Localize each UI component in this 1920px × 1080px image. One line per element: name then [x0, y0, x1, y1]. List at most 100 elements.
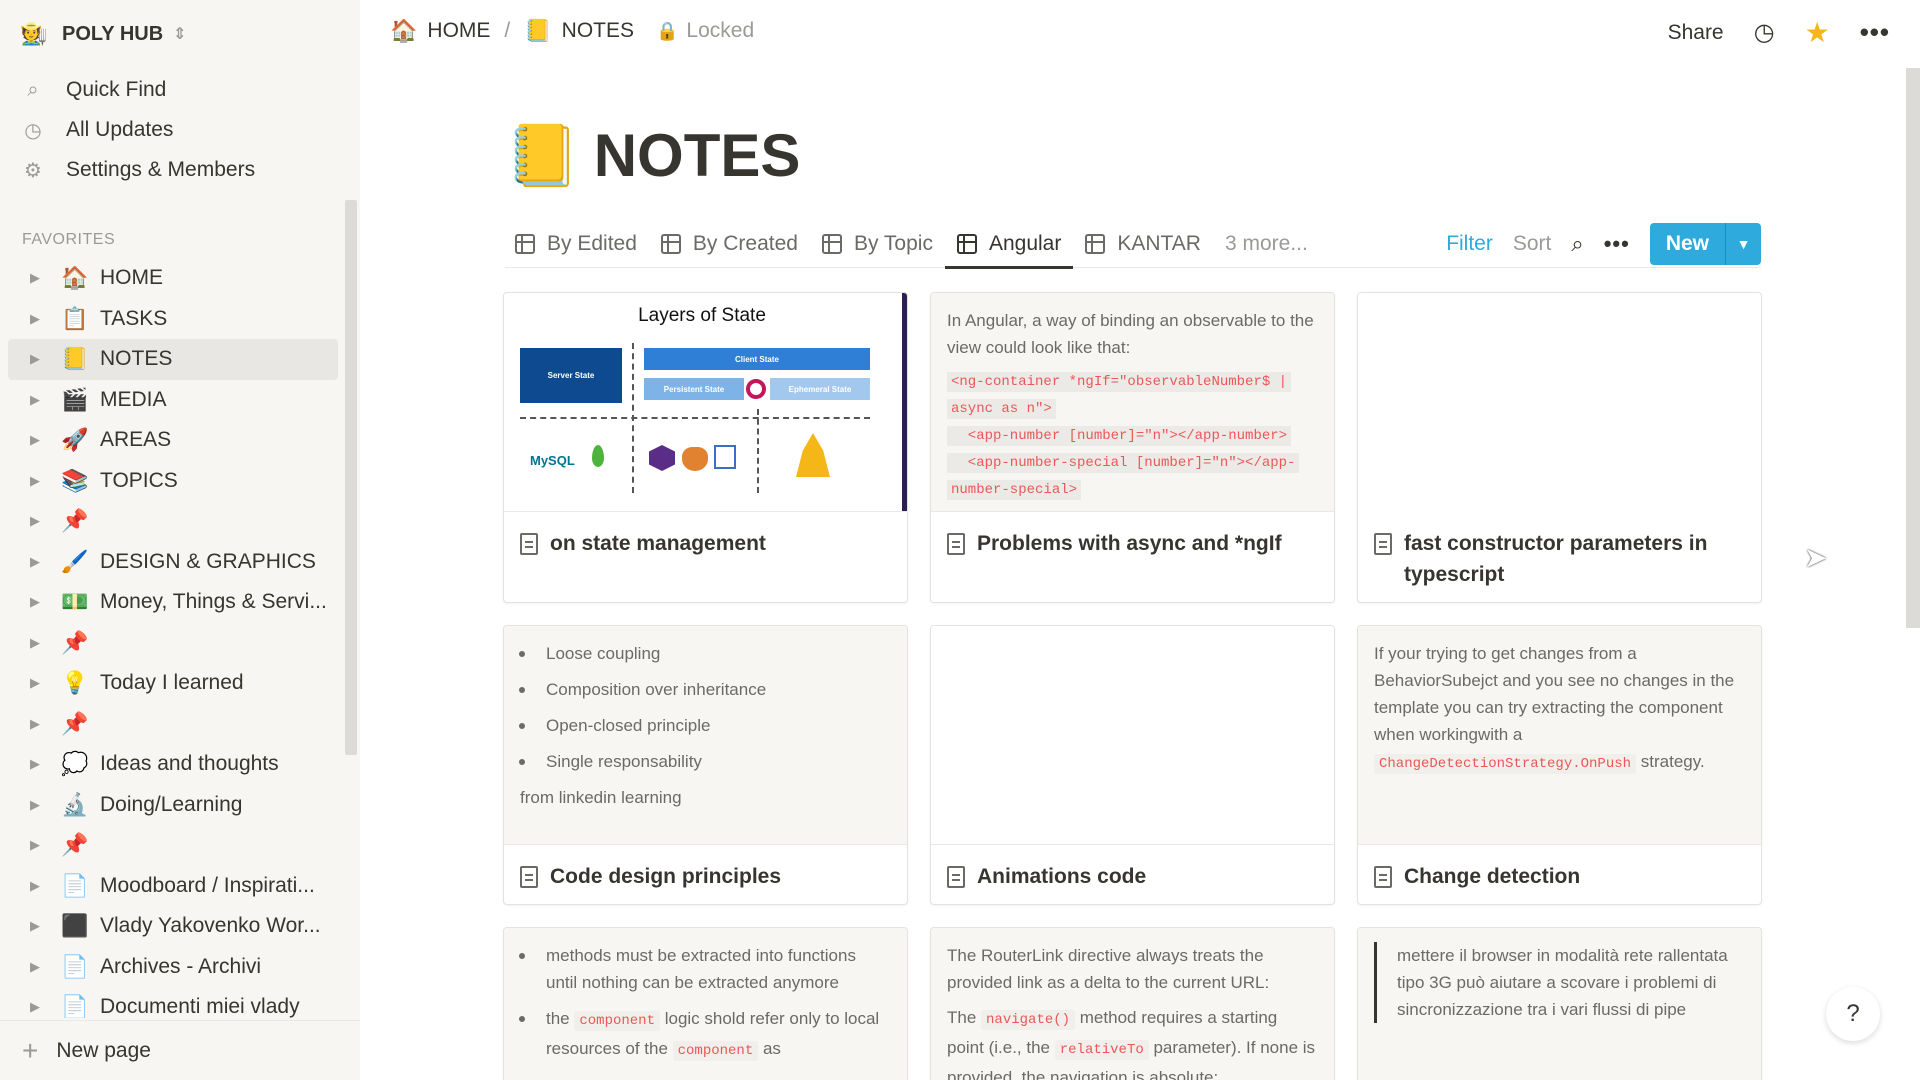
sidebar-scrollbar[interactable]: [345, 200, 357, 755]
sidebar-item-topics[interactable]: ▶ 📚 TOPICS: [8, 461, 338, 502]
sidebar-item-pin[interactable]: ▶ 📌: [8, 501, 338, 542]
caret-right-icon[interactable]: ▶: [30, 959, 44, 975]
notebook-icon: 📒: [524, 18, 552, 43]
gallery-card-state-management[interactable]: Layers of State Server State Client Stat…: [503, 292, 908, 603]
sidebar-item-label: HOME: [100, 266, 163, 290]
search-icon[interactable]: ⌕: [1571, 231, 1583, 257]
more-options-icon[interactable]: •••: [1604, 231, 1630, 257]
gallery-card-code-design[interactable]: Loose coupling Composition over inherita…: [503, 625, 908, 905]
quick-find-item[interactable]: ⌕ Quick Find: [22, 70, 255, 110]
sidebar-item-vlady[interactable]: ▶ ⬛ Vlady Yakovenko Wor...: [8, 906, 338, 947]
caret-right-icon[interactable]: ▶: [30, 473, 44, 489]
sidebar-item-label: AREAS: [100, 428, 172, 452]
sidebar-item-pin[interactable]: ▶ 📌: [8, 704, 338, 745]
share-button[interactable]: Share: [1668, 21, 1724, 45]
server-state-box: Server State: [520, 348, 622, 403]
ngrx-logo: [649, 445, 675, 471]
workspace-switcher[interactable]: 🧑‍🌾 POLY HUB ⇕: [20, 18, 187, 50]
caret-right-icon[interactable]: ▶: [30, 432, 44, 448]
preview-paragraph: strategy.: [1636, 752, 1705, 771]
sidebar-item-home[interactable]: ▶ 🏠 HOME: [8, 258, 338, 299]
breadcrumb-notes[interactable]: NOTES: [562, 19, 634, 43]
caret-right-icon[interactable]: ▶: [30, 392, 44, 408]
caret-right-icon[interactable]: ▶: [30, 797, 44, 813]
sidebar-item-pin[interactable]: ▶ 📌: [8, 623, 338, 664]
history-icon[interactable]: ◷: [1754, 18, 1775, 47]
caret-right-icon[interactable]: ▶: [30, 594, 44, 610]
caret-right-icon[interactable]: ▶: [30, 999, 44, 1015]
tab-by-topic[interactable]: By Topic: [821, 220, 933, 268]
sidebar-item-areas[interactable]: ▶ 🚀 AREAS: [8, 420, 338, 461]
filter-button[interactable]: Filter: [1446, 232, 1493, 256]
help-button[interactable]: ?: [1826, 987, 1880, 1041]
sidebar-item-documenti[interactable]: ▶ 📄 Documenti miei vlady: [8, 987, 338, 1018]
page-title-text[interactable]: NOTES: [594, 121, 801, 190]
notebook-icon[interactable]: 📒: [505, 120, 580, 191]
chevron-down-icon[interactable]: ▼: [1725, 223, 1761, 265]
sidebar-item-ideas[interactable]: ▶ 💭 Ideas and thoughts: [8, 744, 338, 785]
card-preview: methods must be extracted into functions…: [504, 928, 907, 1080]
caret-right-icon[interactable]: ▶: [30, 837, 44, 853]
tab-angular[interactable]: Angular: [944, 220, 1074, 269]
gallery-card-async-ngif[interactable]: In Angular, a way of binding an observab…: [930, 292, 1335, 603]
caret-right-icon[interactable]: ▶: [30, 756, 44, 772]
sidebar-item-media[interactable]: ▶ 🎬 MEDIA: [8, 380, 338, 421]
caret-right-icon[interactable]: ▶: [30, 675, 44, 691]
card-preview: mettere il browser in modalità rete rall…: [1358, 928, 1761, 1080]
sidebar-item-label: Money, Things & Servi...: [100, 590, 327, 614]
topbar-actions: Share ◷ ★ •••: [1668, 16, 1890, 49]
card-preview-text: If your trying to get changes from a Beh…: [1358, 626, 1761, 778]
sidebar-item-notes[interactable]: ▶ 📒 NOTES: [8, 339, 338, 380]
sidebar-item-tasks[interactable]: ▶ 📋 TASKS: [8, 299, 338, 340]
gallery-card-network-throttle[interactable]: mettere il browser in modalità rete rall…: [1357, 927, 1762, 1080]
caret-right-icon[interactable]: ▶: [30, 716, 44, 732]
rocket-icon: 🚀: [61, 427, 89, 453]
tab-more[interactable]: 3 more...: [1225, 220, 1308, 268]
gallery-card-animations[interactable]: Animations code: [930, 625, 1335, 905]
sidebar-item-label: DESIGN & GRAPHICS: [100, 549, 316, 573]
caret-right-icon[interactable]: ▶: [30, 351, 44, 367]
diagram-title: Layers of State: [638, 305, 766, 326]
tab-kantar[interactable]: KANTAR: [1085, 220, 1201, 268]
caret-right-icon[interactable]: ▶: [30, 270, 44, 286]
gallery-icon: [821, 234, 842, 254]
caret-right-icon[interactable]: ▶: [30, 513, 44, 529]
sidebar-item-today-i-learned[interactable]: ▶ 💡 Today I learned: [8, 663, 338, 704]
caret-right-icon[interactable]: ▶: [30, 635, 44, 651]
gallery-card-change-detection[interactable]: If your trying to get changes from a Beh…: [1357, 625, 1762, 905]
new-button[interactable]: New: [1650, 223, 1725, 265]
gallery-card-methods[interactable]: methods must be extracted into functions…: [503, 927, 908, 1080]
locked-indicator[interactable]: 🔒 Locked: [656, 19, 754, 43]
caret-right-icon[interactable]: ▶: [30, 311, 44, 327]
sidebar-item-doing-learning[interactable]: ▶ 🔬 Doing/Learning: [8, 785, 338, 826]
code-line: <ng-container *ngIf="observableNumber$ |: [947, 372, 1292, 392]
tab-by-created[interactable]: By Created: [660, 220, 798, 268]
sidebar-item-design-graphics[interactable]: ▶ 🖌️ DESIGN & GRAPHICS: [8, 542, 338, 583]
page-icon: [947, 866, 965, 888]
tab-by-edited[interactable]: By Edited: [515, 220, 637, 268]
sidebar-item-archives[interactable]: ▶ 📄 Archives - Archivi: [8, 947, 338, 988]
topbar: 🏠 HOME / 📒 NOTES 🔒 Locked Share ◷ ★ •••: [360, 0, 1920, 68]
main-scrollbar[interactable]: [1906, 68, 1920, 628]
settings-members-item[interactable]: ⚙ Settings & Members: [22, 150, 255, 190]
caret-right-icon[interactable]: ▶: [30, 878, 44, 894]
sidebar-item-money[interactable]: ▶ 💵 Money, Things & Servi...: [8, 582, 338, 623]
breadcrumb-home[interactable]: HOME: [427, 19, 490, 43]
preview-bullet-list: methods must be extracted into functions…: [504, 942, 891, 1065]
sidebar-item-moodboard[interactable]: ▶ 📄 Moodboard / Inspirati...: [8, 866, 338, 907]
code-line: <app-number-special [number]="n"></app-: [947, 453, 1300, 473]
gallery-card-routerlink[interactable]: The RouterLink directive always treats t…: [930, 927, 1335, 1080]
all-updates-item[interactable]: ◷ All Updates: [22, 110, 255, 150]
card-preview: In Angular, a way of binding an observab…: [931, 293, 1334, 512]
caret-right-icon[interactable]: ▶: [30, 918, 44, 934]
sidebar-item-pin[interactable]: ▶ 📌: [8, 825, 338, 866]
more-options-icon[interactable]: •••: [1860, 17, 1890, 48]
sort-button[interactable]: Sort: [1513, 232, 1552, 256]
star-icon[interactable]: ★: [1805, 16, 1830, 49]
list-item: methods must be extracted into functions…: [504, 942, 891, 996]
caret-right-icon[interactable]: ▶: [30, 554, 44, 570]
inline-code: ChangeDetectionStrategy.OnPush: [1374, 754, 1637, 774]
gallery-card-constructor-params[interactable]: fast constructor parameters in typescrip…: [1357, 292, 1762, 603]
card-title: fast constructor parameters in typescrip…: [1358, 512, 1761, 590]
new-page-button[interactable]: + New page: [0, 1020, 360, 1080]
